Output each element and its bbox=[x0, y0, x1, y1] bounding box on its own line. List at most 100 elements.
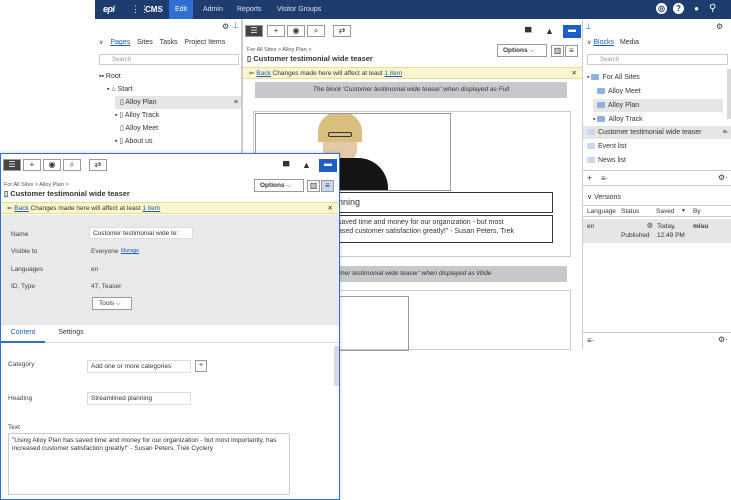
col-status[interactable]: Status bbox=[621, 206, 639, 217]
col-saved[interactable]: Saved bbox=[656, 206, 674, 217]
pin-icon[interactable]: ⊥ bbox=[585, 22, 592, 31]
globe-icon[interactable]: ◎ bbox=[656, 3, 667, 14]
tab-media[interactable]: Media bbox=[620, 39, 639, 46]
preview-icon[interactable]: ⌕ bbox=[307, 25, 325, 37]
tab-content[interactable]: Content bbox=[1, 325, 45, 343]
add-icon[interactable]: + bbox=[587, 173, 592, 183]
notice-text: Changes made here will affect at least bbox=[272, 70, 383, 77]
comment-icon[interactable]: ▀ bbox=[525, 27, 531, 37]
version-saved-day: Today, bbox=[657, 223, 676, 230]
preview-heading: nning bbox=[327, 192, 553, 213]
block-item-news-list[interactable]: News list bbox=[587, 154, 626, 167]
close-icon[interactable]: ✕ bbox=[572, 68, 577, 80]
compare-icon[interactable]: ⇄ bbox=[89, 159, 107, 171]
settings-icon[interactable]: ⚙· bbox=[718, 335, 728, 344]
tools-dropdown[interactable]: Tools ⌵ bbox=[92, 297, 132, 310]
options-button[interactable]: Options ⌵ bbox=[497, 44, 547, 57]
tab-settings[interactable]: Settings bbox=[51, 325, 91, 343]
preview-icon[interactable]: ⌕ bbox=[63, 159, 81, 171]
tree-label: Alloy Track bbox=[124, 112, 160, 119]
scrollbar[interactable] bbox=[334, 346, 339, 386]
pane-toggle-icon[interactable]: ☰ bbox=[245, 25, 263, 37]
help-icon[interactable]: ? bbox=[673, 3, 684, 14]
tab-edit[interactable]: Edit bbox=[169, 0, 194, 19]
context-menu-icon[interactable]: ≡ bbox=[234, 96, 238, 109]
version-by: misu bbox=[693, 223, 709, 230]
tab-sites[interactable]: Sites bbox=[137, 39, 153, 46]
search-icon[interactable]: ⚲ bbox=[709, 3, 716, 14]
tree-item-about-us[interactable]: ▪ ▯ About us bbox=[115, 135, 152, 148]
name-input[interactable]: Customer testimonial wide te: bbox=[89, 227, 193, 239]
bell-icon[interactable]: ▲ bbox=[302, 160, 311, 170]
pin-icon[interactable]: ⊥ bbox=[232, 21, 239, 30]
tab-project-items[interactable]: Project Items bbox=[184, 39, 225, 46]
folder-alloy-track[interactable]: ▪ Alloy Track bbox=[593, 113, 643, 126]
layout-icon[interactable]: ▥ bbox=[551, 45, 564, 57]
list-view-icon[interactable]: ≡ bbox=[321, 180, 334, 192]
compare-icon[interactable]: ⇄ bbox=[333, 25, 351, 37]
tab-visitor-groups[interactable]: Visitor Groups bbox=[271, 0, 327, 19]
block-item-event-list[interactable]: Event list bbox=[587, 140, 626, 153]
notice-items-link[interactable]: 1 item bbox=[142, 205, 160, 212]
view-icon[interactable]: ◉ bbox=[43, 159, 61, 171]
col-by[interactable]: By bbox=[693, 206, 701, 217]
tree-item-alloy-meet[interactable]: ▯ Alloy Meet bbox=[120, 122, 158, 135]
add-category-button[interactable]: + bbox=[195, 360, 207, 372]
scrollbar[interactable] bbox=[727, 69, 731, 119]
text-editor[interactable]: "Using Alloy Plan has saved time and mon… bbox=[8, 433, 290, 495]
tree-item-alloy-track[interactable]: ▪ ▯ Alloy Track bbox=[115, 109, 159, 122]
notice-items-link[interactable]: 1 item bbox=[384, 70, 402, 77]
add-icon[interactable]: + bbox=[267, 25, 285, 37]
context-menu-icon[interactable]: ≡· bbox=[723, 126, 729, 139]
languages-value: en bbox=[91, 266, 99, 273]
heading-input[interactable]: Streamlined planning bbox=[87, 392, 191, 405]
bell-icon[interactable]: ▲ bbox=[545, 26, 554, 36]
breadcrumb[interactable]: For All Sites > Alloy Plan > bbox=[247, 47, 312, 53]
back-link[interactable]: Back bbox=[14, 205, 28, 212]
add-icon[interactable]: + bbox=[23, 159, 41, 171]
assets-icon[interactable]: ▬ bbox=[319, 159, 337, 172]
tab-reports[interactable]: Reports bbox=[231, 0, 268, 19]
versions-header[interactable]: ∨ Versions bbox=[587, 193, 621, 201]
page-search-input[interactable]: Search bbox=[99, 54, 239, 65]
breadcrumb[interactable]: For All Sites > Alloy Plan > bbox=[4, 182, 69, 188]
folder-for-all-sites[interactable]: ▪ For All Sites bbox=[587, 71, 640, 84]
close-icon[interactable]: ✕ bbox=[328, 203, 333, 215]
tab-tasks[interactable]: Tasks bbox=[160, 39, 178, 46]
product-name: CMS bbox=[145, 5, 163, 14]
back-link[interactable]: Back bbox=[256, 70, 270, 77]
version-row[interactable]: en Published ◍ Today, 12:49 PM misu bbox=[583, 219, 731, 243]
folder-alloy-plan[interactable]: Alloy Plan bbox=[593, 99, 723, 112]
comment-icon[interactable]: ▀ bbox=[283, 161, 289, 171]
gear-icon[interactable]: ⚙ bbox=[716, 22, 723, 31]
user-icon[interactable]: ● bbox=[691, 3, 702, 14]
list-options-icon[interactable]: ≡· bbox=[587, 336, 594, 345]
col-language[interactable]: Language bbox=[587, 206, 616, 217]
gear-icon[interactable]: ⚙ bbox=[222, 22, 229, 31]
right-tabs: ∨ Blocks Media bbox=[587, 39, 640, 46]
heading-label: Heading bbox=[8, 395, 33, 402]
list-options-icon[interactable]: ≡· bbox=[601, 174, 608, 183]
list-view-icon[interactable]: ≡ bbox=[565, 45, 578, 57]
tree-item-start[interactable]: ▪ ⌂ Start bbox=[107, 83, 132, 96]
settings-icon[interactable]: ⚙· bbox=[718, 173, 728, 182]
tree-label: Alloy Plan bbox=[125, 99, 157, 106]
view-icon[interactable]: ◉ bbox=[287, 25, 305, 37]
tab-admin[interactable]: Admin bbox=[197, 0, 229, 19]
folder-alloy-meet[interactable]: Alloy Meet bbox=[597, 85, 641, 98]
blocks-search-input[interactable]: Search bbox=[587, 54, 728, 65]
epi-logo[interactable]: epi bbox=[103, 4, 115, 14]
tree-item-alloy-plan[interactable]: ▯ Alloy Plan ≡ bbox=[115, 96, 241, 109]
tree-item-root[interactable]: ▪▪ Root bbox=[99, 70, 121, 83]
tab-pages[interactable]: Pages bbox=[110, 39, 130, 46]
edit-tabs: Content Settings bbox=[1, 325, 339, 343]
quote-line: saved time and money for our organizatio… bbox=[338, 219, 504, 226]
layout-icon[interactable]: ▥ bbox=[307, 180, 320, 192]
category-field[interactable]: Add one or more categories bbox=[87, 360, 191, 373]
pane-toggle-icon[interactable]: ☰ bbox=[3, 159, 21, 171]
options-button[interactable]: Options ⌵ bbox=[254, 179, 304, 192]
tab-blocks[interactable]: Blocks bbox=[593, 39, 614, 46]
manage-link[interactable]: Manage bbox=[121, 248, 139, 254]
block-item-testimonial[interactable]: Customer testimonial wide teaser ≡· bbox=[583, 126, 731, 139]
assets-icon[interactable]: ▬ bbox=[563, 25, 581, 38]
